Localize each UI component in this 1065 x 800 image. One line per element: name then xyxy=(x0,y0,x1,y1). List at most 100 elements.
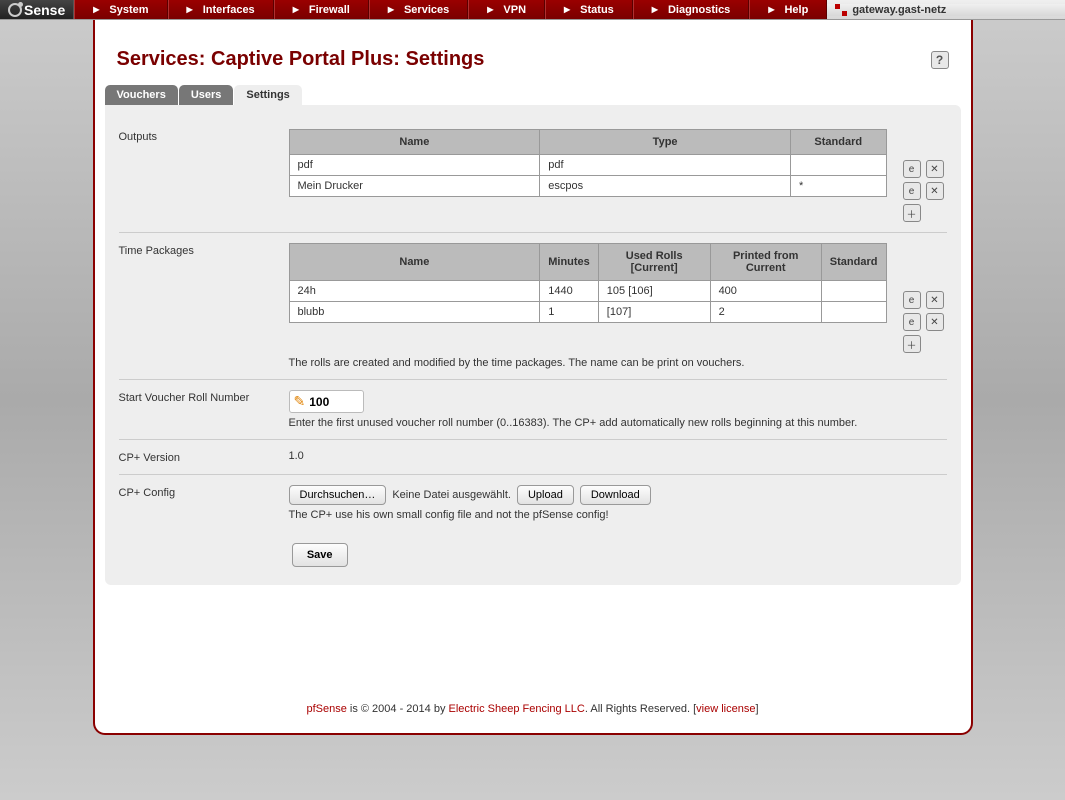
add-icon[interactable]: ＋ xyxy=(903,204,921,222)
file-chosen-label: Keine Datei ausgewählt. xyxy=(392,489,511,501)
edit-icon[interactable]: e xyxy=(903,291,921,309)
nav-vpn[interactable]: ▶ VPN xyxy=(468,0,545,19)
logo-icon xyxy=(8,3,22,17)
footer-text: ] xyxy=(755,703,758,715)
chevron-right-icon: ▶ xyxy=(187,5,193,14)
download-button[interactable]: Download xyxy=(580,485,651,505)
cell-standard: * xyxy=(790,176,886,197)
nav-services[interactable]: ▶ Services xyxy=(369,0,468,19)
tab-settings[interactable]: Settings xyxy=(234,85,301,105)
col-usedrolls: Used Rolls [Current] xyxy=(598,244,710,281)
cell-standard xyxy=(790,155,886,176)
nav-label: VPN xyxy=(503,4,526,16)
start-roll-input[interactable] xyxy=(309,395,359,409)
tab-users[interactable]: Users xyxy=(179,85,234,105)
nav-label: Diagnostics xyxy=(668,4,730,16)
footer-text: . All Rights Reserved. [ xyxy=(585,703,696,715)
nav-label: Status xyxy=(580,4,614,16)
cell-type: escpos xyxy=(540,176,791,197)
nav-firewall[interactable]: ▶Firewall xyxy=(274,0,369,19)
section-outputs: Outputs Name Type Standard pdf pdf xyxy=(119,119,947,233)
delete-icon[interactable]: ✕ xyxy=(926,182,944,200)
col-name: Name xyxy=(289,244,540,281)
pencil-icon: ✎ xyxy=(294,393,306,410)
section-label: Outputs xyxy=(119,129,289,143)
tabs: Vouchers Users Settings xyxy=(95,85,971,105)
chevron-right-icon: ▶ xyxy=(388,5,394,14)
table-row: pdf pdf xyxy=(289,155,886,176)
footer-company-link[interactable]: Electric Sheep Fencing LLC xyxy=(449,703,585,715)
section-config: CP+ Config Durchsuchen… Keine Datei ausg… xyxy=(119,475,947,531)
section-time-packages: Time Packages Name Minutes Used Rolls [C… xyxy=(119,233,947,380)
nav-label: Services xyxy=(404,4,449,16)
network-icon xyxy=(835,4,847,16)
footer: pfSense is © 2004 - 2014 by Electric She… xyxy=(95,685,971,733)
edit-icon[interactable]: e xyxy=(903,313,921,331)
cell-standard xyxy=(821,281,886,302)
hostname: gateway.gast-netz xyxy=(852,4,946,16)
nav-help[interactable]: ▶Help xyxy=(749,0,827,19)
cell-name: blubb xyxy=(289,302,540,323)
section-label: CP+ Version xyxy=(119,450,289,464)
main-nav: ▶System ▶Interfaces ▶Firewall ▶Services … xyxy=(74,0,827,19)
section-label: Start Voucher Roll Number xyxy=(119,390,289,404)
cell-minutes: 1440 xyxy=(540,281,599,302)
nav-label: Interfaces xyxy=(203,4,255,16)
start-roll-field: ✎ xyxy=(289,390,365,413)
section-version: CP+ Version 1.0 xyxy=(119,440,947,475)
settings-panel: Outputs Name Type Standard pdf pdf xyxy=(105,105,961,585)
start-roll-hint: Enter the first unused voucher roll numb… xyxy=(289,417,947,429)
chevron-right-icon: ▶ xyxy=(564,5,570,14)
col-printed: Printed from Current xyxy=(710,244,821,281)
help-icon[interactable]: ? xyxy=(931,51,949,69)
version-value: 1.0 xyxy=(289,450,947,462)
nav-system[interactable]: ▶ System xyxy=(74,0,167,19)
nav-diagnostics[interactable]: ▶ Diagnostics xyxy=(633,0,750,19)
delete-icon[interactable]: ✕ xyxy=(926,313,944,331)
footer-text: is © 2004 - 2014 by xyxy=(347,703,449,715)
footer-license-link[interactable]: view license xyxy=(696,703,755,715)
page-title: Services: Captive Portal Plus: Settings xyxy=(117,48,485,71)
delete-icon[interactable]: ✕ xyxy=(926,160,944,178)
table-row: blubb 1 [107] 2 xyxy=(289,302,886,323)
tab-vouchers[interactable]: Vouchers xyxy=(105,85,178,105)
chevron-right-icon: ▶ xyxy=(652,5,658,14)
upload-button[interactable]: Upload xyxy=(517,485,574,505)
logo-text: Sense xyxy=(24,2,65,18)
col-type: Type xyxy=(540,130,791,155)
delete-icon[interactable]: ✕ xyxy=(926,291,944,309)
section-label: CP+ Config xyxy=(119,485,289,499)
nav-label: Firewall xyxy=(309,4,350,16)
topbar: Sense ▶System ▶Interfaces ▶Firewall ▶Ser… xyxy=(0,0,1065,20)
hostname-bar: gateway.gast-netz xyxy=(827,4,1065,16)
col-standard: Standard xyxy=(790,130,886,155)
section-label: Time Packages xyxy=(119,243,289,257)
col-standard: Standard xyxy=(821,244,886,281)
cell-printed: 2 xyxy=(710,302,821,323)
browse-button[interactable]: Durchsuchen… xyxy=(289,485,387,505)
nav-status[interactable]: ▶ Status xyxy=(545,0,633,19)
cell-name: Mein Drucker xyxy=(289,176,540,197)
nav-label: Help xyxy=(784,4,808,16)
col-name: Name xyxy=(289,130,540,155)
edit-icon[interactable]: e xyxy=(903,160,921,178)
save-button[interactable]: Save xyxy=(292,543,348,567)
chevron-right-icon: ▶ xyxy=(93,5,99,14)
footer-pfsense-link[interactable]: pfSense xyxy=(306,703,346,715)
col-minutes: Minutes xyxy=(540,244,599,281)
edit-icon[interactable]: e xyxy=(903,182,921,200)
add-icon[interactable]: ＋ xyxy=(903,335,921,353)
chevron-right-icon: ▶ xyxy=(487,5,493,14)
timepkg-table: Name Minutes Used Rolls [Current] Printe… xyxy=(289,243,887,323)
nav-interfaces[interactable]: ▶ Interfaces xyxy=(168,0,274,19)
cell-printed: 400 xyxy=(710,281,821,302)
nav-label: System xyxy=(109,4,148,16)
logo[interactable]: Sense xyxy=(0,0,74,19)
outputs-table: Name Type Standard pdf pdf Mein Drucker … xyxy=(289,129,887,197)
cell-standard xyxy=(821,302,886,323)
section-start-roll: Start Voucher Roll Number ✎ Enter the fi… xyxy=(119,380,947,440)
cell-usedrolls: 105 [106] xyxy=(598,281,710,302)
page-frame: Services: Captive Portal Plus: Settings … xyxy=(93,20,973,735)
table-row: Mein Drucker escpos * xyxy=(289,176,886,197)
cell-name: pdf xyxy=(289,155,540,176)
